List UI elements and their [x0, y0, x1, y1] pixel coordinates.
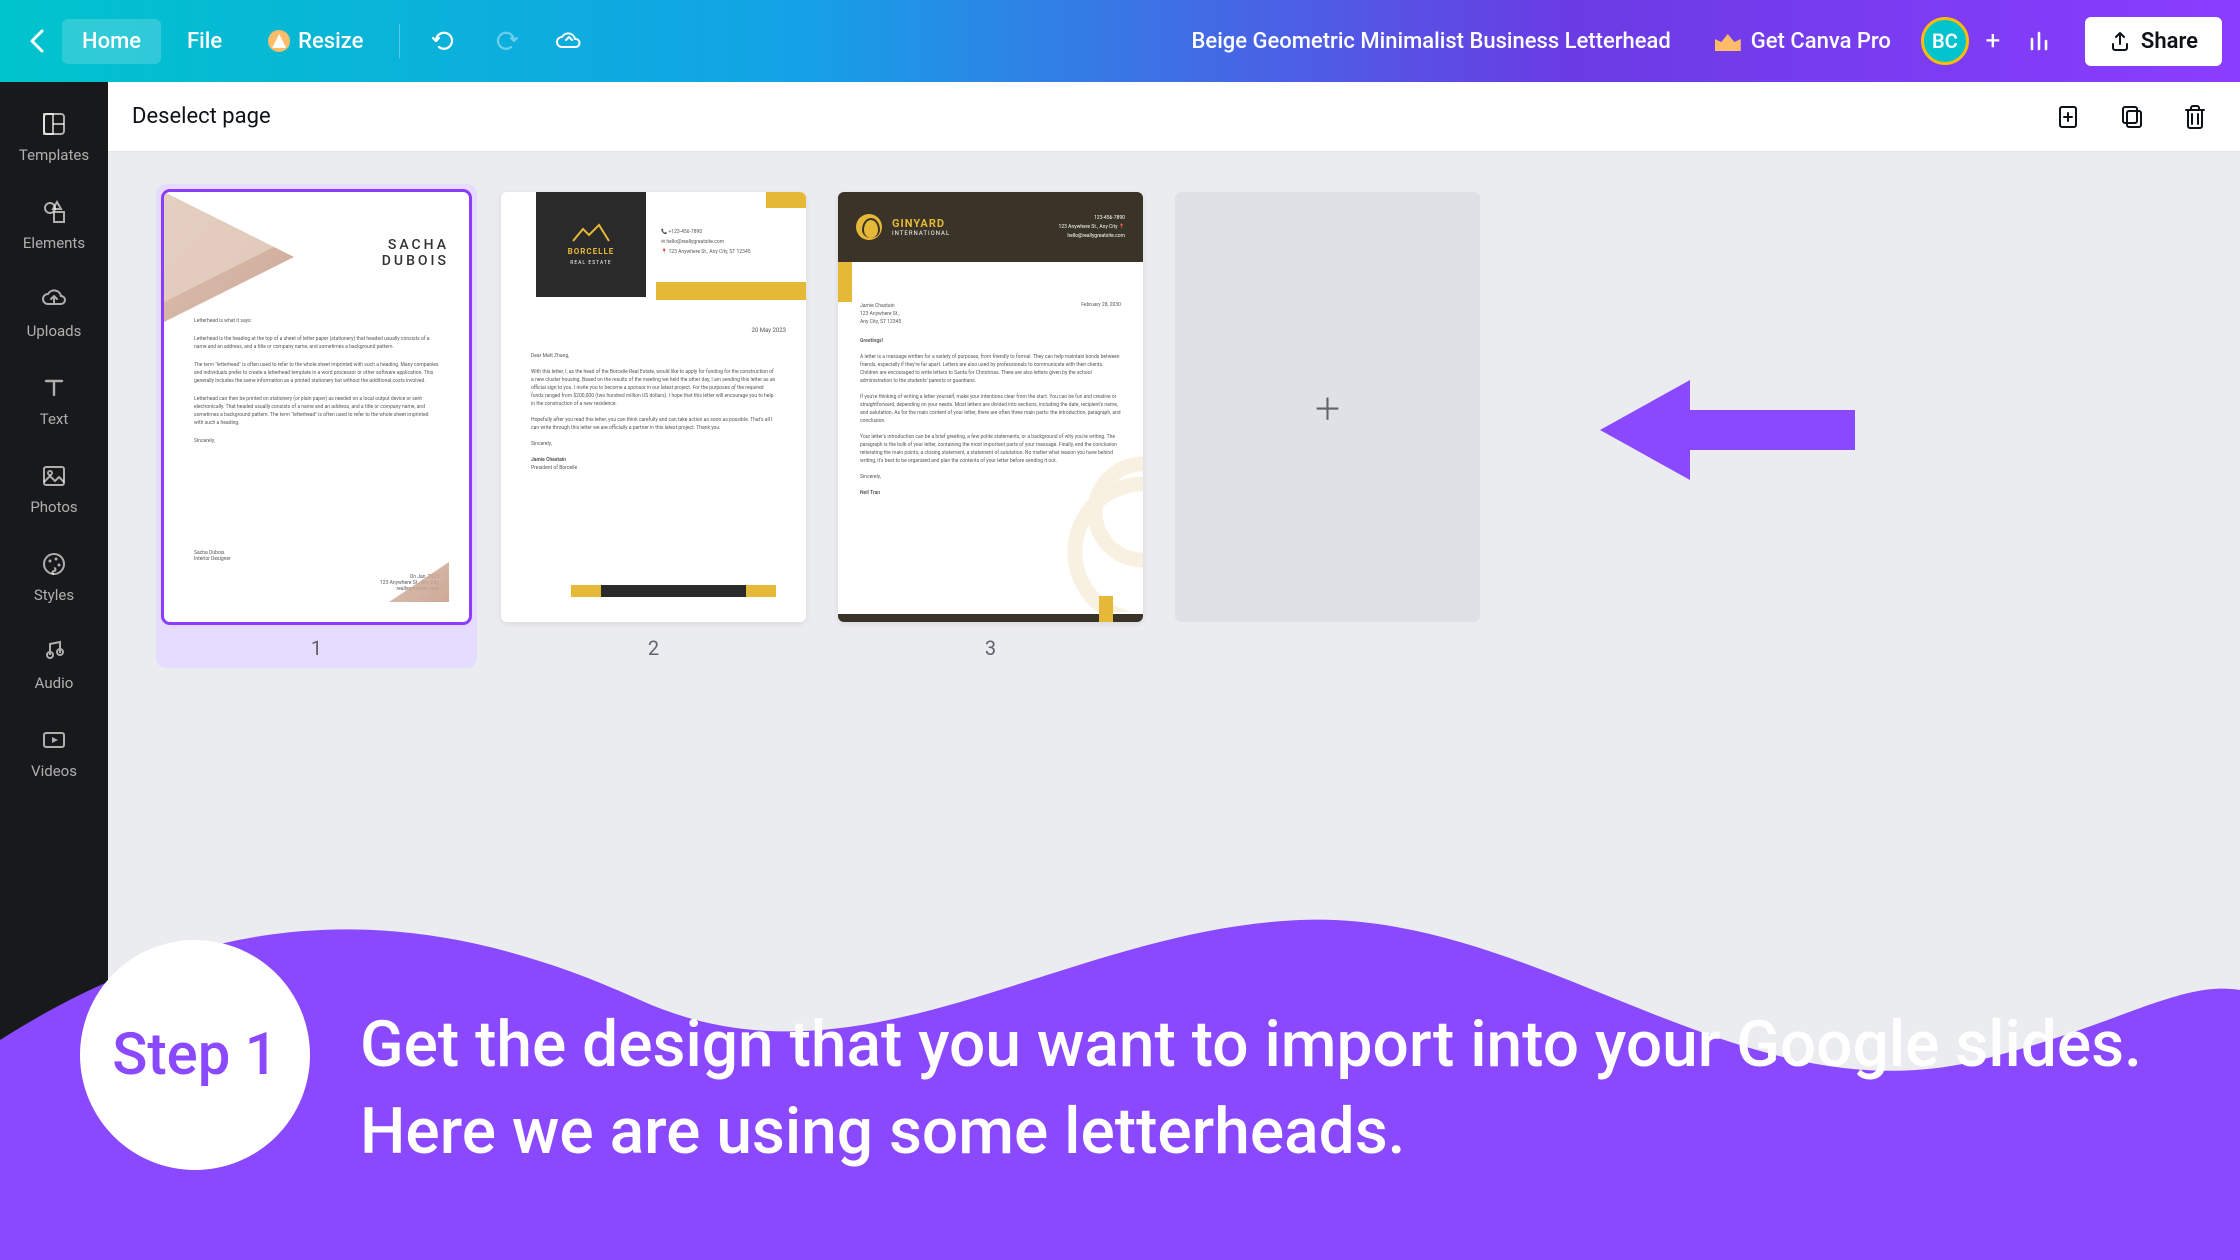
uploads-icon [38, 284, 70, 316]
decor-bar [1099, 596, 1113, 622]
page3-contact: 123-456-7890 123 Anywhere St., Any City … [1059, 214, 1125, 241]
mountain-logo-icon [571, 223, 611, 243]
top-bar: Home File Resize Beige Geometric Minimal… [0, 0, 2240, 82]
decor-bar [656, 282, 806, 300]
page1-name: SACHA DUBOIS [382, 237, 449, 269]
page3-address: Jamie Chastain 123 Anywhere St., Any Cit… [860, 302, 901, 326]
home-label: Home [82, 29, 141, 54]
page1-name-last: DUBOIS [382, 253, 449, 269]
add-page-wrap: ＋ [1175, 192, 1480, 622]
sidebar-item-elements[interactable]: Elements [0, 180, 108, 268]
elements-icon [38, 196, 70, 228]
share-label: Share [2141, 29, 2198, 54]
add-member-icon[interactable]: + [1979, 27, 2007, 55]
plus-icon: ＋ [1313, 385, 1343, 429]
decor-bar [571, 585, 601, 597]
sidebar-item-label: Audio [35, 674, 74, 692]
share-icon [2109, 30, 2131, 52]
photos-icon [38, 460, 70, 492]
resize-button[interactable]: Resize [248, 19, 383, 64]
page-thumbnail-2-wrap: BORCELLE REAL ESTATE 📞 +123-456-7890✉ he… [501, 192, 806, 660]
decor-bar [766, 192, 806, 208]
sidebar-item-label: Elements [23, 234, 85, 252]
sub-bar: Deselect page [108, 82, 2240, 152]
insights-icon[interactable] [2011, 17, 2071, 65]
sidebar-item-photos[interactable]: Photos [0, 444, 108, 532]
cloud-sync-icon[interactable] [540, 17, 598, 65]
add-page-button[interactable]: ＋ [1175, 192, 1480, 622]
sidebar-item-label: Text [40, 410, 69, 428]
sidebar-item-label: Templates [19, 146, 89, 164]
sidebar-item-text[interactable]: Text [0, 356, 108, 444]
page-thumbnail-2[interactable]: BORCELLE REAL ESTATE 📞 +123-456-7890✉ he… [501, 192, 806, 622]
step-text: Get the design that you want to import i… [360, 1002, 2180, 1175]
divider [399, 24, 400, 58]
text-icon [38, 372, 70, 404]
file-button[interactable]: File [167, 19, 242, 64]
sidebar-item-videos[interactable]: Videos [0, 708, 108, 796]
sidebar-item-styles[interactable]: Styles [0, 532, 108, 620]
delete-page-icon[interactable] [2174, 95, 2216, 139]
share-button[interactable]: Share [2085, 17, 2222, 66]
videos-icon [38, 724, 70, 756]
sidebar-item-audio[interactable]: Audio [0, 620, 108, 708]
page2-contact: 📞 +123-456-7890✉ hello@reallygreatsite.c… [661, 227, 751, 257]
home-button[interactable]: Home [62, 19, 161, 64]
annotation-arrow [1590, 360, 1855, 500]
file-label: File [187, 29, 222, 54]
page1-signature: Sacha DuboisInterior Designer [194, 550, 231, 562]
back-chevron-icon[interactable] [18, 20, 56, 62]
flame-logo-icon [856, 214, 882, 240]
decor-bar [746, 585, 776, 597]
decor-bar [601, 585, 746, 597]
subbar-actions [2046, 95, 2216, 139]
duplicate-page-icon[interactable] [2110, 95, 2154, 139]
get-pro-button[interactable]: Get Canva Pro [1695, 19, 1911, 64]
page1-name-first: SACHA [382, 237, 449, 253]
templates-icon [38, 108, 70, 140]
page-number: 3 [985, 636, 996, 660]
page-thumbnail-3[interactable]: GINYARD INTERNATIONAL 123-456-7890 123 A… [838, 192, 1143, 622]
page3-header: GINYARD INTERNATIONAL 123-456-7890 123 A… [838, 192, 1143, 262]
styles-icon [38, 548, 70, 580]
undo-icon[interactable] [416, 17, 472, 65]
page2-logo-block: BORCELLE REAL ESTATE [536, 192, 646, 297]
resize-badge-icon [268, 30, 290, 52]
sidebar-item-uploads[interactable]: Uploads [0, 268, 108, 356]
avatar[interactable]: BC [1921, 17, 1969, 65]
sidebar-item-label: Videos [31, 762, 77, 780]
page1-body: Letterhead is what it says: Letterhead i… [194, 317, 439, 455]
resize-label: Resize [298, 29, 363, 54]
page3-brand-sub: INTERNATIONAL [892, 230, 950, 237]
page3-body: Greetings! A letter is a message written… [860, 337, 1121, 505]
sidebar-item-label: Uploads [27, 322, 82, 340]
deselect-page-button[interactable]: Deselect page [132, 104, 271, 129]
page-thumbnail-1-wrap: SACHA DUBOIS Letterhead is what it says:… [156, 184, 477, 668]
avatar-initials: BC [1932, 29, 1958, 53]
page2-brand-sub: REAL ESTATE [570, 260, 612, 266]
audio-icon [38, 636, 70, 668]
page-number: 2 [648, 636, 659, 660]
step-label: Step 1 [112, 1021, 277, 1089]
add-page-icon[interactable] [2046, 95, 2090, 139]
sidebar-item-label: Styles [34, 586, 74, 604]
crown-icon [1715, 31, 1741, 51]
document-title[interactable]: Beige Geometric Minimalist Business Lett… [1172, 29, 1691, 54]
decor-bar [838, 614, 1143, 622]
sidebar-item-templates[interactable]: Templates [0, 92, 108, 180]
get-pro-label: Get Canva Pro [1751, 29, 1891, 54]
step-badge: Step 1 [80, 940, 310, 1170]
page2-body: Dear Matt Zhang, With this letter, I, as… [531, 352, 776, 480]
sidebar-item-label: Photos [30, 498, 77, 516]
page-thumbnail-3-wrap: GINYARD INTERNATIONAL 123-456-7890 123 A… [838, 192, 1143, 660]
redo-icon[interactable] [478, 17, 534, 65]
page2-date: 20 May 2023 [751, 327, 786, 334]
decor-bar [838, 262, 852, 302]
page3-brand: GINYARD [892, 217, 950, 230]
page-thumbnail-1[interactable]: SACHA DUBOIS Letterhead is what it says:… [164, 192, 469, 622]
top-left-group: Home File Resize [18, 17, 598, 65]
page3-date: February 28, 2030 [1081, 302, 1121, 308]
page-number: 1 [311, 636, 322, 660]
page2-brand: BORCELLE [568, 247, 615, 256]
